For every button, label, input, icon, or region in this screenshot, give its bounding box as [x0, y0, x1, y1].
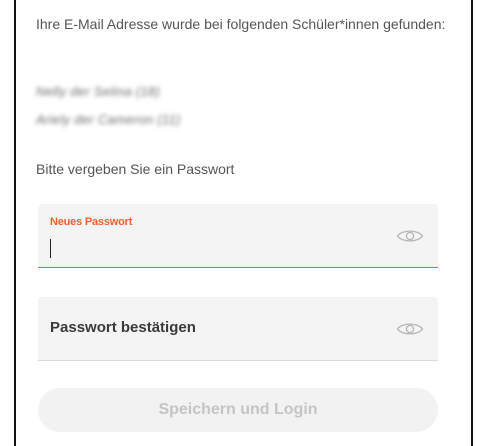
student-entry-2: Ariely der Cameron (11) [36, 112, 181, 127]
eye-icon[interactable] [396, 227, 424, 245]
password-prompt: Bitte vergeben Sie ein Passwort [36, 161, 235, 177]
student-entry-1: Nelly der Selina (18) [36, 84, 161, 99]
save-and-login-button[interactable]: Speichern und Login [38, 388, 438, 432]
email-found-message: Ihre E-Mail Adresse wurde bei folgenden … [36, 16, 446, 32]
new-password-label: Neues Passwort [50, 216, 133, 228]
text-cursor [50, 239, 51, 258]
password-setup-panel: Ihre E-Mail Adresse wurde bei folgenden … [14, 0, 473, 446]
confirm-password-field[interactable]: Passwort bestätigen [38, 297, 438, 361]
new-password-field[interactable]: Neues Passwort [38, 204, 438, 268]
confirm-password-label: Passwort bestätigen [50, 319, 196, 336]
eye-icon[interactable] [396, 320, 424, 338]
